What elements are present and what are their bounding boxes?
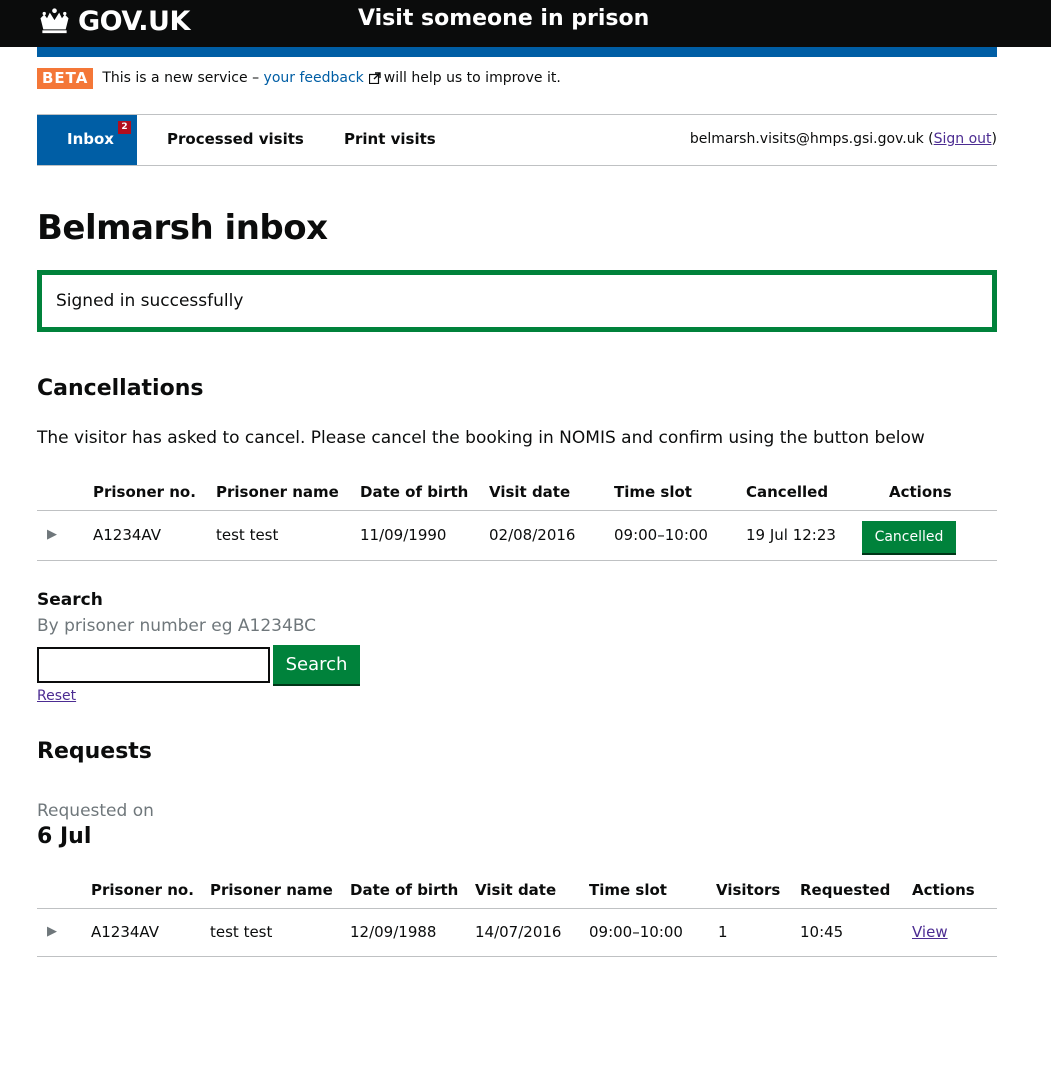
nav-processed-visits[interactable]: Processed visits: [167, 115, 304, 165]
column-header: Actions: [889, 483, 952, 501]
inbox-count-badge: 2: [118, 121, 131, 134]
success-flash: Signed in successfully: [37, 270, 997, 332]
prisoner-name: test test: [210, 923, 273, 941]
crown-icon: [40, 8, 69, 34]
visit-date: 02/08/2016: [489, 526, 576, 544]
nav-inbox-label: Inbox: [67, 130, 114, 148]
external-link-icon: [368, 72, 381, 84]
column-header: Date of birth: [350, 881, 459, 899]
column-header: Prisoner no.: [93, 483, 196, 501]
beta-tag: BETA: [37, 67, 94, 89]
time-slot: 09:00–10:00: [614, 526, 708, 544]
column-header: Prisoner name: [210, 881, 333, 899]
column-header: Cancelled: [746, 483, 829, 501]
phase-banner: BETA This is a new service – your feedba…: [37, 67, 561, 89]
govuk-logo-link[interactable]: GOV.UK: [37, 5, 190, 37]
column-header: Prisoner name: [216, 483, 339, 501]
expand-row-icon[interactable]: ▶: [47, 527, 57, 542]
search-label: Search: [37, 590, 103, 610]
requests-heading: Requests: [37, 739, 152, 764]
requested-on-label: Requested on: [37, 801, 154, 821]
column-header: Time slot: [614, 483, 692, 501]
expand-row-icon[interactable]: ▶: [47, 924, 57, 939]
user-info: belmarsh.visits@hmps.gsi.gov.uk (Sign ou…: [690, 115, 997, 163]
requested-on-date: 6 Jul: [37, 824, 92, 849]
prisoner-name: test test: [216, 526, 279, 544]
column-header: Time slot: [589, 881, 667, 899]
header-blue-bar: [37, 47, 997, 57]
cancellations-description: The visitor has asked to cancel. Please …: [37, 428, 925, 448]
date-of-birth: 12/09/1988: [350, 923, 437, 941]
column-header: Prisoner no.: [91, 881, 194, 899]
cancelled-button[interactable]: Cancelled: [862, 521, 956, 553]
column-header: Visitors: [716, 881, 781, 899]
date-of-birth: 11/09/1990: [360, 526, 447, 544]
phase-text-before: This is a new service –: [102, 70, 260, 86]
cancellations-table: Prisoner no. Prisoner name Date of birth…: [37, 472, 997, 561]
cancellations-heading: Cancellations: [37, 376, 204, 401]
table-header-row: Prisoner no. Prisoner name Date of birth…: [37, 870, 997, 909]
reset-link[interactable]: Reset: [37, 688, 76, 704]
requested-time: 10:45: [800, 923, 844, 941]
prisoner-number: A1234AV: [93, 526, 161, 544]
govuk-logo-text: GOV.UK: [78, 5, 190, 37]
sign-out-link[interactable]: Sign out: [934, 131, 992, 147]
close-paren: ): [991, 131, 997, 147]
feedback-link[interactable]: your feedback: [264, 70, 364, 86]
service-name[interactable]: Visit someone in prison: [358, 6, 649, 31]
table-row: ▶ A1234AV test test 11/09/1990 02/08/201…: [37, 511, 997, 561]
user-email: belmarsh.visits@hmps.gsi.gov.uk: [689, 131, 924, 147]
cancelled-at: 19 Jul 12:23: [746, 526, 836, 544]
search-input[interactable]: [37, 647, 270, 683]
view-link[interactable]: View: [912, 923, 948, 941]
search-button[interactable]: Search: [273, 645, 360, 684]
visit-date: 14/07/2016: [475, 923, 562, 941]
search-hint: By prisoner number eg A1234BC: [37, 616, 317, 636]
prisoner-number: A1234AV: [91, 923, 159, 941]
table-header-row: Prisoner no. Prisoner name Date of birth…: [37, 472, 997, 511]
primary-nav: Inbox 2 Processed visits Print visits be…: [37, 114, 997, 166]
page-title: Belmarsh inbox: [37, 208, 328, 248]
visitor-count: 1: [718, 923, 728, 941]
nav-print-visits[interactable]: Print visits: [344, 115, 436, 165]
table-row: ▶ A1234AV test test 12/09/1988 14/07/201…: [37, 909, 997, 957]
time-slot: 09:00–10:00: [589, 923, 683, 941]
requests-table: Prisoner no. Prisoner name Date of birth…: [37, 870, 997, 957]
column-header: Date of birth: [360, 483, 469, 501]
column-header: Actions: [912, 881, 975, 899]
column-header: Visit date: [475, 881, 557, 899]
global-header: GOV.UK Visit someone in prison: [0, 0, 1051, 47]
nav-inbox[interactable]: Inbox 2: [37, 115, 137, 165]
column-header: Requested: [800, 881, 891, 899]
phase-text-after: will help us to improve it.: [383, 70, 561, 86]
column-header: Visit date: [489, 483, 571, 501]
